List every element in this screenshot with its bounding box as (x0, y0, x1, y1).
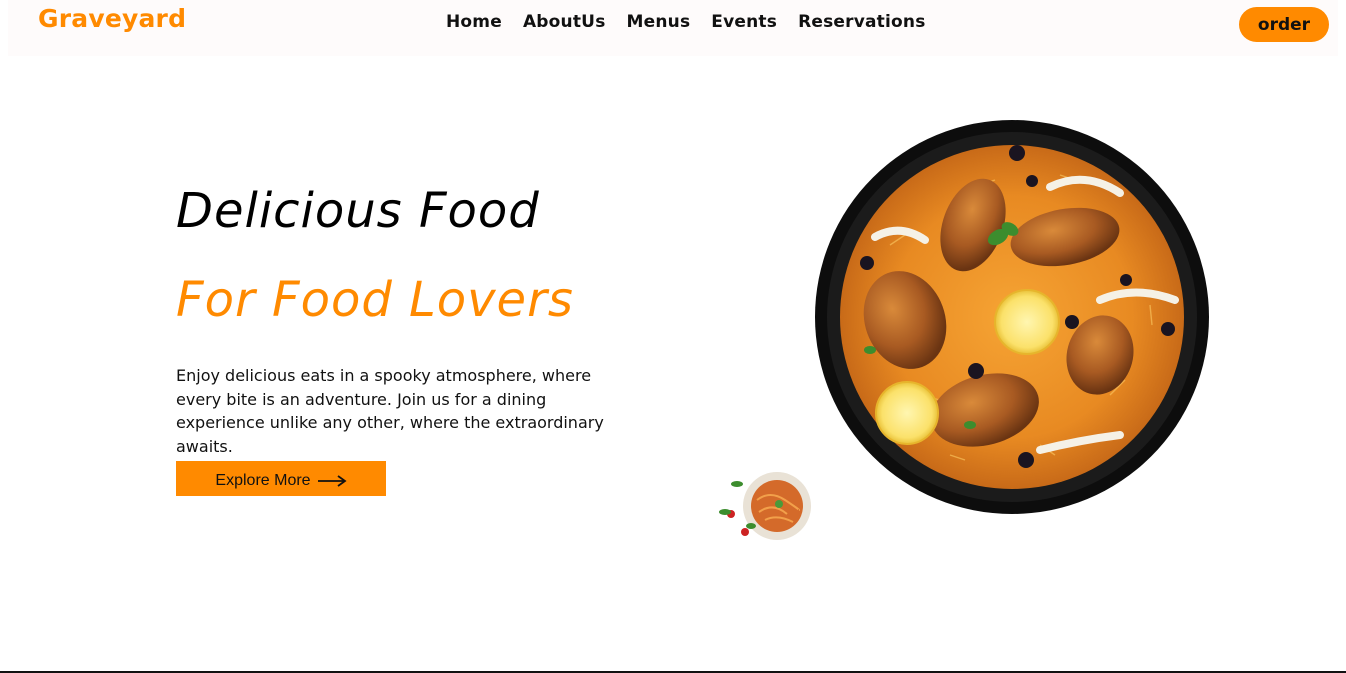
explore-more-button[interactable]: Explore More (176, 461, 386, 496)
arrow-right-icon (317, 475, 347, 487)
hero-title: Delicious Food (176, 183, 540, 239)
page: Graveyard Home AboutUs Menus Events Rese… (0, 0, 1346, 673)
hero-description: Enjoy delicious eats in a spooky atmosph… (176, 366, 604, 456)
hero-subtitle: For Food Lovers (176, 272, 574, 328)
navbar: Graveyard Home AboutUs Menus Events Rese… (8, 0, 1338, 56)
explore-more-label: Explore More (215, 472, 311, 489)
nav-link-reservations[interactable]: Reservations (798, 12, 925, 32)
order-button[interactable]: order (1239, 7, 1329, 42)
nav-link-home[interactable]: Home (446, 12, 502, 32)
nav-links: Home AboutUs Menus Events Reservations (446, 12, 926, 32)
nav-link-aboutus[interactable]: AboutUs (523, 12, 606, 32)
biryani-bowl-image (815, 120, 1209, 514)
noodle-plate-image (719, 472, 811, 540)
logo[interactable]: Graveyard (38, 4, 186, 33)
nav-link-menus[interactable]: Menus (627, 12, 691, 32)
nav-link-events[interactable]: Events (711, 12, 777, 32)
